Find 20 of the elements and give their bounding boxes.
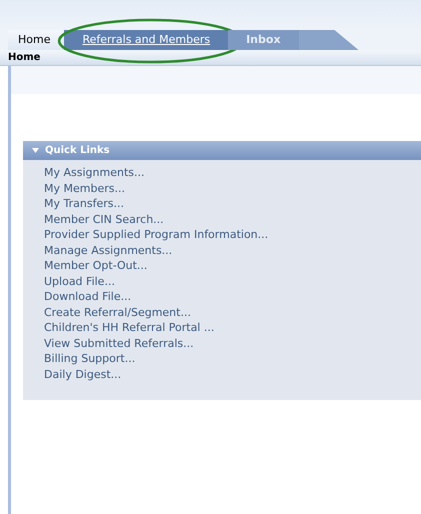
quick-link[interactable]: Children's HH Referral Portal ... bbox=[44, 320, 214, 336]
quick-link[interactable]: My Assignments... bbox=[44, 165, 144, 180]
quick-link[interactable]: My Transfers... bbox=[44, 196, 124, 212]
quick-link[interactable]: Billing Support... bbox=[44, 351, 136, 366]
quick-link[interactable]: Member Opt-Out... bbox=[44, 258, 148, 274]
quick-link[interactable]: My Members... bbox=[44, 180, 125, 196]
page-title: Home bbox=[8, 51, 40, 65]
quick-link[interactable]: Download File... bbox=[44, 289, 132, 304]
tab-strip-end bbox=[298, 30, 359, 50]
quick-link[interactable]: Member CIN Search... bbox=[44, 212, 164, 227]
quick-link[interactable]: Daily Digest... bbox=[44, 366, 122, 382]
tab[interactable]: Referrals and Members bbox=[64, 30, 228, 50]
tab[interactable]: Home bbox=[8, 30, 64, 50]
collapse-icon[interactable] bbox=[32, 148, 39, 153]
quick-link[interactable]: Provider Supplied Program Information... bbox=[44, 227, 268, 242]
quick-link[interactable]: View Submitted Referrals... bbox=[44, 336, 194, 351]
quick-link[interactable]: Manage Assignments... bbox=[44, 242, 172, 258]
quick-link[interactable]: Upload File... bbox=[44, 274, 115, 289]
panel-title: Quick Links bbox=[45, 144, 110, 158]
quick-link[interactable]: Create Referral/Segment... bbox=[44, 304, 191, 320]
